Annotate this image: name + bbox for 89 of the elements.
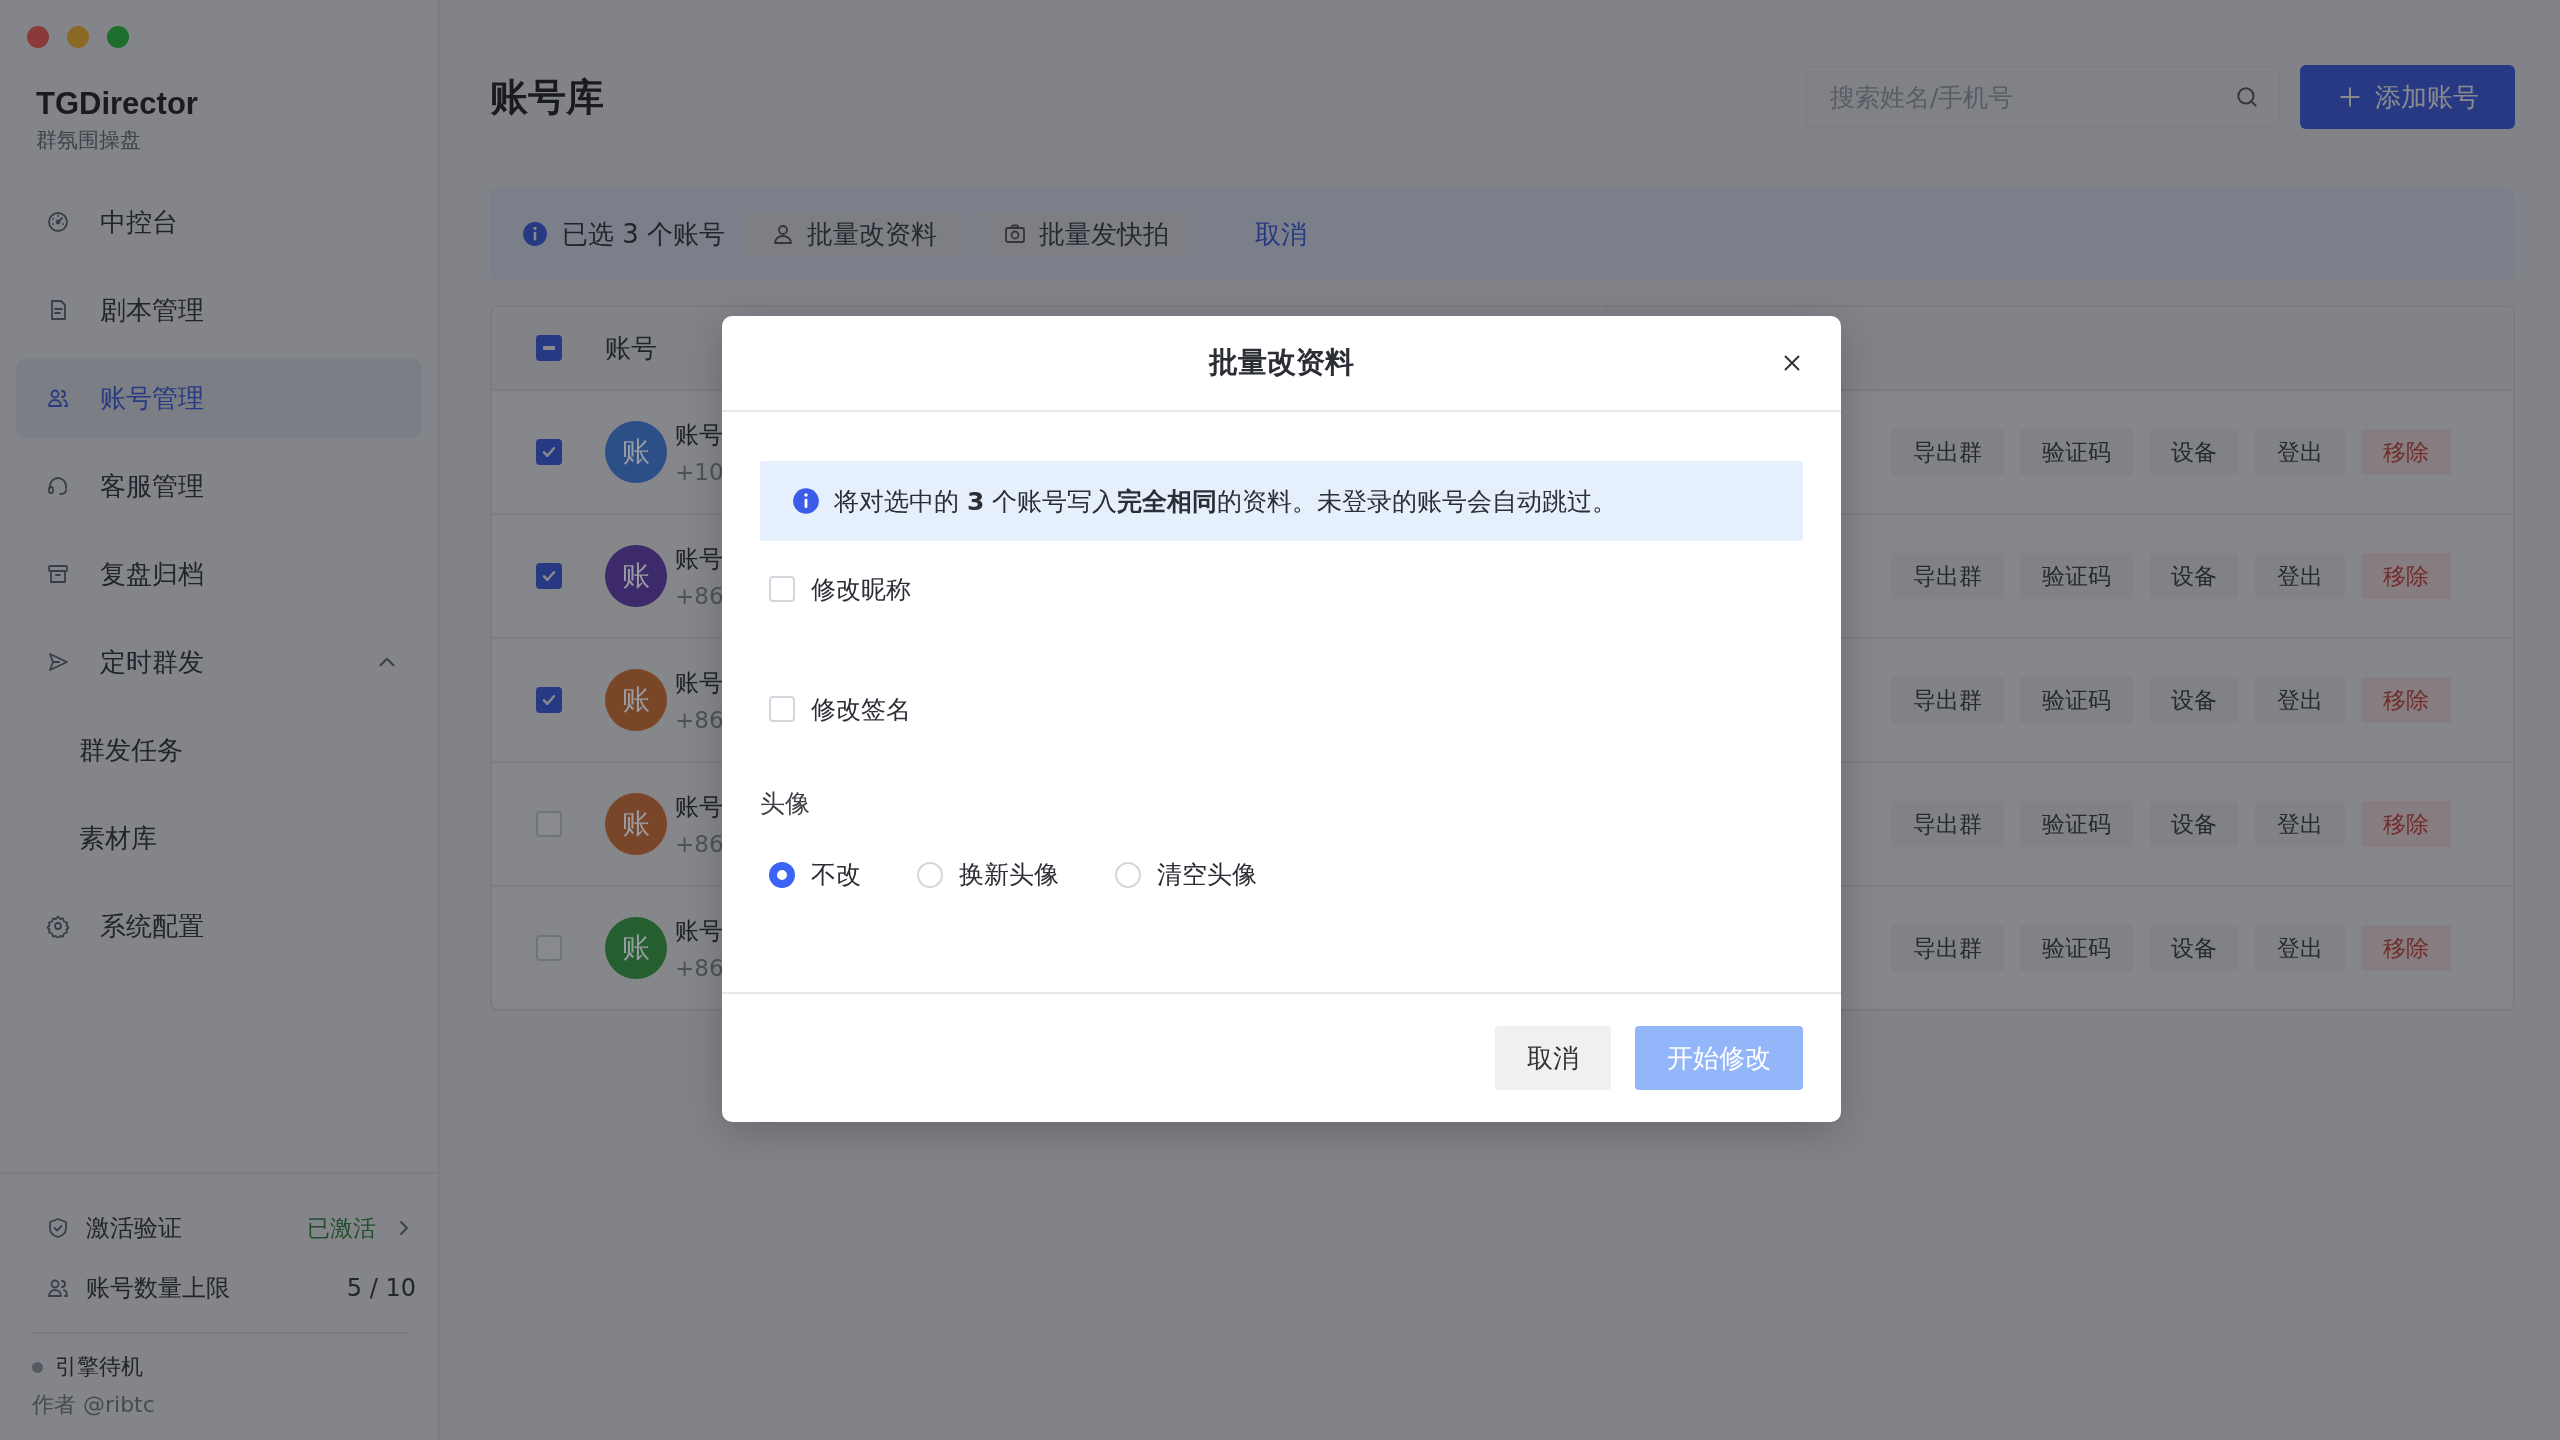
dialog-title: 批量改资料 [1209,344,1354,381]
remove-button[interactable]: 移除 [2361,553,2451,599]
remove-button[interactable]: 移除 [2361,801,2451,847]
row-action-button[interactable]: 导出群 [1891,429,2004,475]
nav-item[interactable]: 复盘归档 [16,534,422,614]
nav-item[interactable]: 账号管理 [16,358,422,438]
notice-text: 将对选中的 3 个账号写入完全相同的资料。未登录的账号会自动跳过。 [834,485,1618,518]
selection-count: 已选 3 个账号 [562,217,726,251]
headset-icon [46,474,70,498]
remove-button[interactable]: 移除 [2361,429,2451,475]
activation-row[interactable]: 激活验证 已激活 [0,1198,438,1258]
search-icon [2234,84,2260,110]
engine-status: 引擎待机 [55,1353,143,1381]
row-action-button[interactable]: 设备 [2149,677,2239,723]
nav-subitem[interactable]: 群发任务 [16,710,422,790]
activation-status: 已激活 [307,1213,376,1243]
window-control[interactable] [107,26,129,48]
account-name: 账号 [675,668,724,699]
account-name: 账号 [675,544,724,575]
nav-item[interactable]: 定时群发 [16,622,422,702]
bulk-action-button[interactable]: 批量改资料 [745,212,964,256]
quota-label: 账号数量上限 [86,1273,230,1304]
app-title: TGDirector [36,86,199,122]
radio-label: 换新头像 [959,859,1059,891]
remove-button[interactable]: 移除 [2361,677,2451,723]
nav-item[interactable]: 客服管理 [16,446,422,526]
option-label: 修改签名 [811,693,911,726]
quota-value: 5 / 10 [346,1274,416,1302]
checkbox[interactable] [535,335,562,361]
row-action-button[interactable]: 导出群 [1891,677,2004,723]
avatar: 账 [605,421,667,483]
checkbox[interactable] [535,687,562,713]
avatar: 账 [605,793,667,855]
avatar: 账 [605,669,667,731]
activation-label: 激活验证 [86,1213,182,1244]
row-action-button[interactable]: 登出 [2255,677,2345,723]
radio-button[interactable] [769,861,795,888]
row-action-button[interactable]: 验证码 [2020,925,2133,971]
page-title: 账号库 [490,73,604,121]
nav-item[interactable]: 系统配置 [16,886,422,966]
checkbox[interactable] [535,439,562,465]
row-action-button[interactable]: 验证码 [2020,677,2133,723]
option-label: 修改昵称 [811,573,911,606]
shield-icon [46,1216,70,1240]
send-icon [46,650,70,674]
add-account-button[interactable]: 添加账号 [2300,65,2515,129]
row-action-button[interactable]: 导出群 [1891,801,2004,847]
row-action-button[interactable]: 设备 [2149,553,2239,599]
account-name: 账号 [675,916,724,947]
row-action-button[interactable]: 验证码 [2020,429,2133,475]
app-subtitle: 群氛围操盘 [36,127,142,154]
row-action-button[interactable]: 导出群 [1891,925,2004,971]
radio-label: 清空头像 [1157,859,1257,891]
status-dot [32,1361,43,1373]
row-action-button[interactable]: 登出 [2255,553,2345,599]
account-name: 账号 [675,420,724,451]
cancel-button[interactable]: 取消 [1495,1026,1611,1090]
nav-item[interactable]: 剧本管理 [16,270,422,350]
nav-item[interactable]: 中控台 [16,182,422,262]
row-action-button[interactable]: 设备 [2149,429,2239,475]
radio-label: 不改 [811,859,861,891]
info-icon [792,487,820,515]
camera-icon [1003,222,1028,246]
row-action-button[interactable]: 设备 [2149,925,2239,971]
cancel-link[interactable]: 取消 [1249,215,1314,253]
window-control[interactable] [67,26,89,48]
nav-subitem[interactable]: 素材库 [16,798,422,878]
window-control[interactable] [27,26,49,48]
column-header: 账号 [605,331,657,365]
info-icon [522,221,548,247]
row-action-button[interactable]: 验证码 [2020,801,2133,847]
row-action-button[interactable]: 验证码 [2020,553,2133,599]
row-action-button[interactable]: 导出群 [1891,553,2004,599]
checkbox[interactable] [535,563,562,589]
row-action-button[interactable]: 登出 [2255,925,2345,971]
archive-icon [46,562,70,586]
avatar: 账 [605,917,667,979]
author-credit: 作者 @ribtc [31,1391,156,1419]
row-action-button[interactable]: 设备 [2149,801,2239,847]
field-label: 头像 [760,788,811,820]
settings-icon [46,914,70,938]
row-action-button[interactable]: 登出 [2255,429,2345,475]
minus-icon [542,346,555,350]
avatar: 账 [605,545,667,607]
remove-button[interactable]: 移除 [2361,925,2451,971]
row-action-button[interactable]: 登出 [2255,801,2345,847]
gauge-icon [46,210,70,234]
account-name: 账号 [675,792,724,823]
bulk-action-button[interactable]: 批量发快拍 [977,212,1196,256]
